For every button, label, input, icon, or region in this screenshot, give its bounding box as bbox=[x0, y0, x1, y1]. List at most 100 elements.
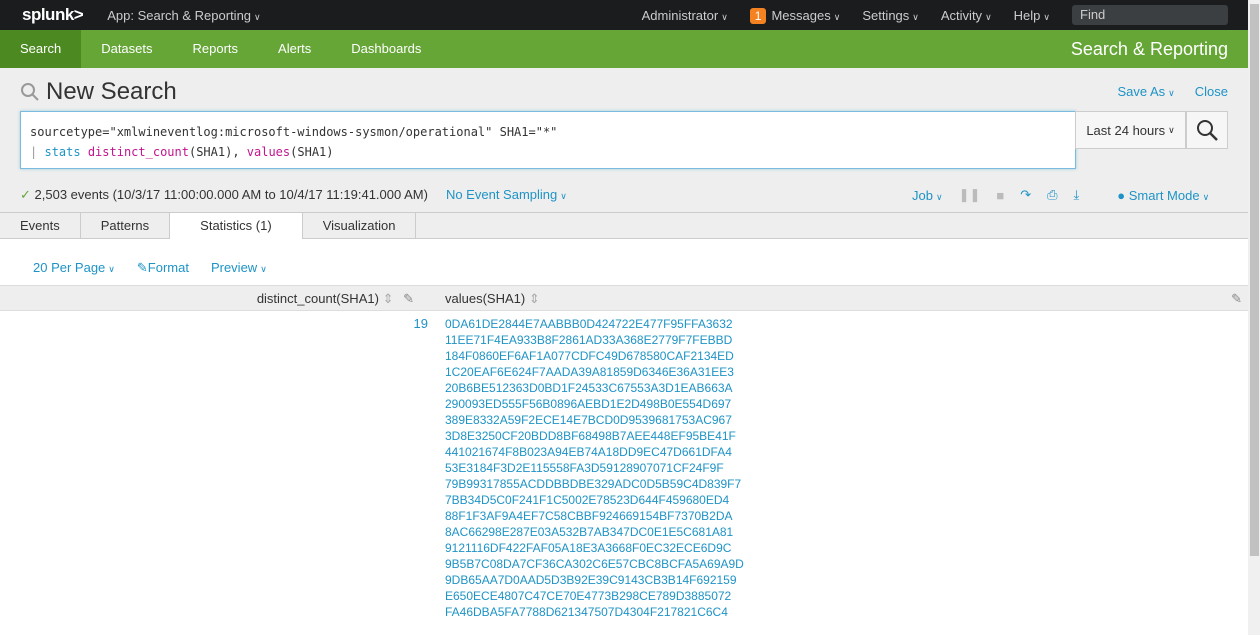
sha1-value[interactable]: 9DB65AA7D0AAD5D3B92E39C9143CB3B14F692159 bbox=[445, 572, 744, 588]
help-menu[interactable]: Help ∨ bbox=[1014, 8, 1050, 23]
sha1-value[interactable]: 9121116DF422FAF05A18E3A3668F0EC32ECE6D9C bbox=[445, 540, 744, 556]
preview-dropdown[interactable]: Preview ∨ bbox=[211, 260, 267, 276]
sampling-label: No Event Sampling bbox=[445, 187, 558, 202]
sha1-value[interactable]: 290093ED555F56B0896AEBD1E2D498B0E554D697 bbox=[445, 396, 744, 412]
sort-icon: ⇕ bbox=[382, 291, 394, 306]
column-header-distinct-count[interactable]: distinct_count(SHA1) ⇕ ✎ bbox=[257, 291, 414, 307]
sha1-value[interactable]: 441021674F8B023A94EB74A18DD9EC47D661DFA4 bbox=[445, 444, 744, 460]
save-as-button[interactable]: Save As ∨ bbox=[1117, 84, 1174, 99]
sha1-value[interactable]: 20B6BE512363D0BD1F24533C67553A3D1EAB663A bbox=[445, 380, 744, 396]
sort-icon: ⇕ bbox=[528, 291, 540, 306]
messages-label: Messages bbox=[771, 7, 831, 23]
close-button[interactable]: Close bbox=[1195, 84, 1228, 99]
event-sampling-dropdown[interactable]: No Event Sampling ∨ bbox=[446, 187, 567, 203]
settings-menu[interactable]: Settings ∨ bbox=[862, 8, 919, 23]
edit-icon[interactable]: ✎ bbox=[403, 291, 414, 306]
nav-alerts[interactable]: Alerts bbox=[258, 30, 331, 68]
distinct-count-cell[interactable]: 19 bbox=[400, 316, 428, 331]
admin-label: Administrator bbox=[641, 7, 719, 23]
table-header: distinct_count(SHA1) ⇕ ✎ values(SHA1) ⇕ … bbox=[0, 285, 1248, 311]
run-search-button[interactable] bbox=[1186, 111, 1228, 149]
nav-datasets[interactable]: Datasets bbox=[81, 30, 172, 68]
command: stats bbox=[44, 145, 81, 159]
column-label: distinct_count(SHA1) bbox=[256, 291, 379, 306]
search-query-editor[interactable]: sourcetype="xmlwineventlog:microsoft-win… bbox=[20, 111, 1076, 169]
time-range-picker[interactable]: Last 24 hours ∨ bbox=[1075, 111, 1186, 149]
splunk-logo[interactable]: splunk> bbox=[22, 5, 84, 25]
job-menu[interactable]: Job ∨ bbox=[912, 188, 943, 203]
admin-menu[interactable]: Administrator ∨ bbox=[642, 8, 728, 23]
scrollbar-thumb[interactable] bbox=[1250, 4, 1259, 556]
format-label: Format bbox=[147, 260, 189, 275]
time-range-label: Last 24 hours bbox=[1086, 122, 1166, 138]
sha1-value[interactable]: 0DA61DE2844E7AABBB0D424722E477F95FFA3632 bbox=[445, 316, 744, 332]
event-summary: ✓ 2,503 events (10/3/17 11:00:00.000 AM … bbox=[20, 187, 428, 203]
sha1-value[interactable]: FA46DBA5FA7788D621347507D4304F217821C6C4 bbox=[445, 604, 744, 620]
sha1-value[interactable]: 389E8332A59F2ECE14E7BCD0D9539681753AC967 bbox=[445, 412, 744, 428]
help-label: Help bbox=[1013, 7, 1041, 23]
nav-search[interactable]: Search bbox=[0, 30, 82, 68]
stop-icon[interactable]: ■ bbox=[996, 188, 1004, 203]
edit-icon[interactable]: ✎ bbox=[1231, 291, 1242, 307]
search-icon bbox=[21, 83, 39, 101]
function: values bbox=[246, 145, 291, 159]
chevron-down-icon: ∨ bbox=[560, 191, 567, 201]
sha1-value[interactable]: 184F0860EF6AF1A077CDFC49D678580CAF2134ED bbox=[445, 348, 744, 364]
column-header-values[interactable]: values(SHA1) ⇕ bbox=[445, 291, 540, 307]
per-page-dropdown[interactable]: 20 Per Page ∨ bbox=[33, 260, 115, 276]
chevron-down-icon: ∨ bbox=[108, 264, 115, 274]
search-mode-dropdown[interactable]: ● Smart Mode ∨ bbox=[1117, 188, 1209, 203]
top-bar: splunk> App: Search & Reporting ∨ Adminis… bbox=[0, 0, 1248, 30]
sha1-value[interactable]: 7BB34D5C0F241F1C5002E78523D644F459680ED4 bbox=[445, 492, 744, 508]
share-icon[interactable]: ↷ bbox=[1020, 187, 1031, 203]
chevron-down-icon: ∨ bbox=[1202, 191, 1210, 202]
sha1-value[interactable]: 3D8E3250CF20BDD8BF68498B7AEE448EF95BE41F bbox=[445, 428, 744, 444]
save-as-label: Save As bbox=[1117, 84, 1166, 99]
sha1-value[interactable]: 79B99317855ACDDBBDBE329ADC0D5B59C4D839F7 bbox=[445, 476, 744, 492]
query-line-1: sourcetype="xmlwineventlog:microsoft-win… bbox=[30, 125, 558, 139]
activity-menu[interactable]: Activity ∨ bbox=[941, 8, 992, 23]
tab-patterns[interactable]: Patterns bbox=[81, 213, 171, 238]
check-icon: ✓ bbox=[20, 187, 31, 202]
app-menu[interactable]: App: Search & Reporting ∨ bbox=[107, 8, 260, 23]
tab-visualization[interactable]: Visualization bbox=[303, 213, 417, 238]
sha1-value[interactable]: 53E3184F3D2E115558FA3D59128907071CF24F9F bbox=[445, 460, 744, 476]
messages-menu[interactable]: 1 Messages ∨ bbox=[749, 7, 841, 24]
chevron-down-icon: ∨ bbox=[1168, 124, 1175, 135]
function: distinct_count bbox=[87, 145, 189, 159]
sha1-value[interactable]: 88F1F3AF9A4EF7C58CBBF924669154BF7370B2DA bbox=[445, 508, 744, 524]
sha1-value[interactable]: 8AC66298E287E03A532B7AB347DC0E1E5C681A81 bbox=[445, 524, 744, 540]
sha1-value[interactable]: 1C20EAF6E624F7AADA39A81859D6346E36A31EE3 bbox=[445, 364, 744, 380]
query-line-2: | stats distinct_count(SHA1), values(SHA… bbox=[30, 142, 1066, 162]
column-label: values(SHA1) bbox=[445, 291, 526, 306]
pipe: | bbox=[30, 145, 38, 159]
sha1-value[interactable]: 11EE71F4EA933B8F2861AD33A368E2779F7FEBBD bbox=[445, 332, 744, 348]
print-icon[interactable]: ⎙ bbox=[1047, 187, 1057, 203]
page-title: New Search bbox=[46, 78, 177, 105]
sha1-value[interactable]: E650ECE4807C47CE70E4773B298CE789D3885072 bbox=[445, 588, 744, 604]
export-icon[interactable]: ⤓ bbox=[1074, 187, 1080, 203]
chevron-down-icon: ∨ bbox=[254, 11, 261, 22]
args: (SHA1), bbox=[188, 145, 247, 159]
results-tabs: Events Patterns Statistics (1) Visualiza… bbox=[0, 212, 1248, 240]
nav-dashboards[interactable]: Dashboards bbox=[331, 30, 441, 68]
args: (SHA1) bbox=[290, 145, 334, 159]
tab-events[interactable]: Events bbox=[0, 213, 81, 238]
page-header: New Search bbox=[20, 78, 177, 106]
chevron-down-icon: ∨ bbox=[260, 264, 267, 274]
format-button[interactable]: ✎Format bbox=[137, 260, 189, 276]
tab-statistics[interactable]: Statistics (1) bbox=[170, 213, 303, 240]
chevron-down-icon: ∨ bbox=[985, 11, 992, 22]
search-icon bbox=[1197, 120, 1218, 141]
chevron-down-icon: ∨ bbox=[833, 11, 841, 22]
nav-reports[interactable]: Reports bbox=[173, 30, 259, 68]
sha1-value[interactable]: 9B5B7C08DA7CF36CA302C6E57CBC8BCFA5A69A9D bbox=[445, 556, 744, 572]
event-count-text: 2,503 events (10/3/17 11:00:00.000 AM to… bbox=[34, 187, 428, 202]
settings-label: Settings bbox=[862, 7, 910, 23]
chevron-down-icon: ∨ bbox=[1043, 11, 1050, 22]
find-input[interactable]: Find bbox=[1072, 5, 1228, 25]
pause-icon[interactable]: ❚❚ bbox=[959, 187, 981, 203]
app-nav: Search Datasets Reports Alerts Dashboard… bbox=[0, 30, 1248, 68]
lightbulb-icon: ● bbox=[1117, 187, 1126, 203]
app-title: Search & Reporting bbox=[1070, 38, 1228, 59]
